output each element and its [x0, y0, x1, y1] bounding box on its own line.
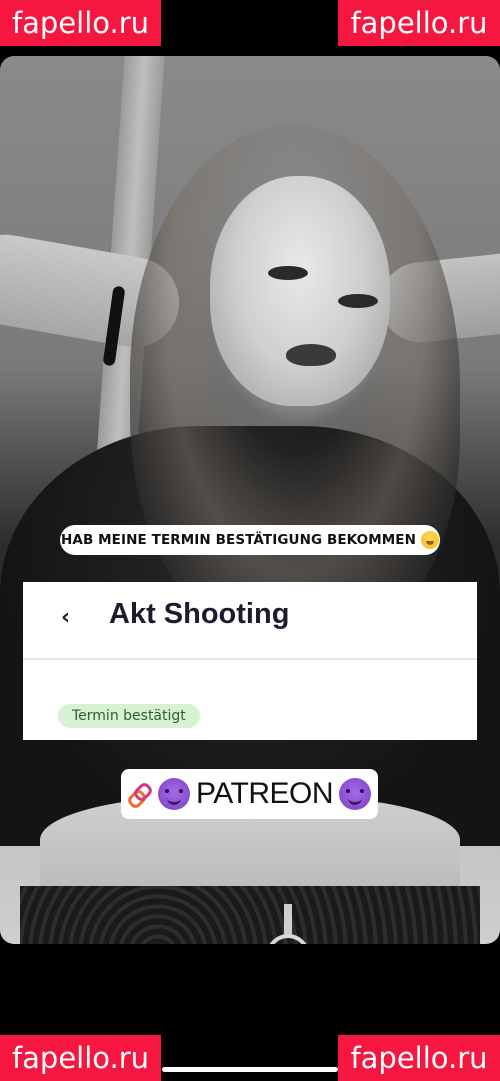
card-divider: [23, 658, 477, 660]
smiling-devil-icon: [339, 778, 372, 810]
story-viewer: HAB MEINE TERMIN BESTÄTIGUNG BEKOMMEN ‹ …: [0, 0, 500, 1081]
appointment-card: ‹ Akt Shooting Termin bestätigt: [23, 582, 477, 740]
photo-eye-left: [268, 266, 308, 280]
photo-eye-right: [338, 294, 378, 308]
patreon-label: PATREON: [195, 777, 334, 810]
watermark-top-right: fapello.ru: [338, 0, 500, 46]
link-icon: [128, 782, 152, 806]
watermark-bottom-right: fapello.ru: [338, 1035, 500, 1081]
watermark-top-left: fapello.ru: [0, 0, 161, 46]
caption-sticker: HAB MEINE TERMIN BESTÄTIGUNG BEKOMMEN: [60, 525, 440, 555]
status-badge: Termin bestätigt: [58, 704, 200, 728]
patreon-link-sticker[interactable]: PATREON: [121, 769, 378, 819]
home-indicator[interactable]: [162, 1067, 338, 1072]
photo-lips: [286, 344, 336, 366]
photo-lace-garment: [20, 886, 480, 944]
caption-sticker-text: HAB MEINE TERMIN BESTÄTIGUNG BEKOMMEN: [61, 532, 416, 548]
appointment-card-header: ‹ Akt Shooting: [23, 582, 477, 658]
smiling-devil-icon: [157, 778, 190, 810]
photo-zipper: [284, 904, 292, 938]
photo-face: [210, 176, 390, 406]
watermark-bottom-left: fapello.ru: [0, 1035, 161, 1081]
hand-over-mouth-face-icon: [421, 531, 439, 549]
chevron-left-icon[interactable]: ‹: [61, 604, 77, 632]
appointment-title: Akt Shooting: [109, 598, 290, 630]
